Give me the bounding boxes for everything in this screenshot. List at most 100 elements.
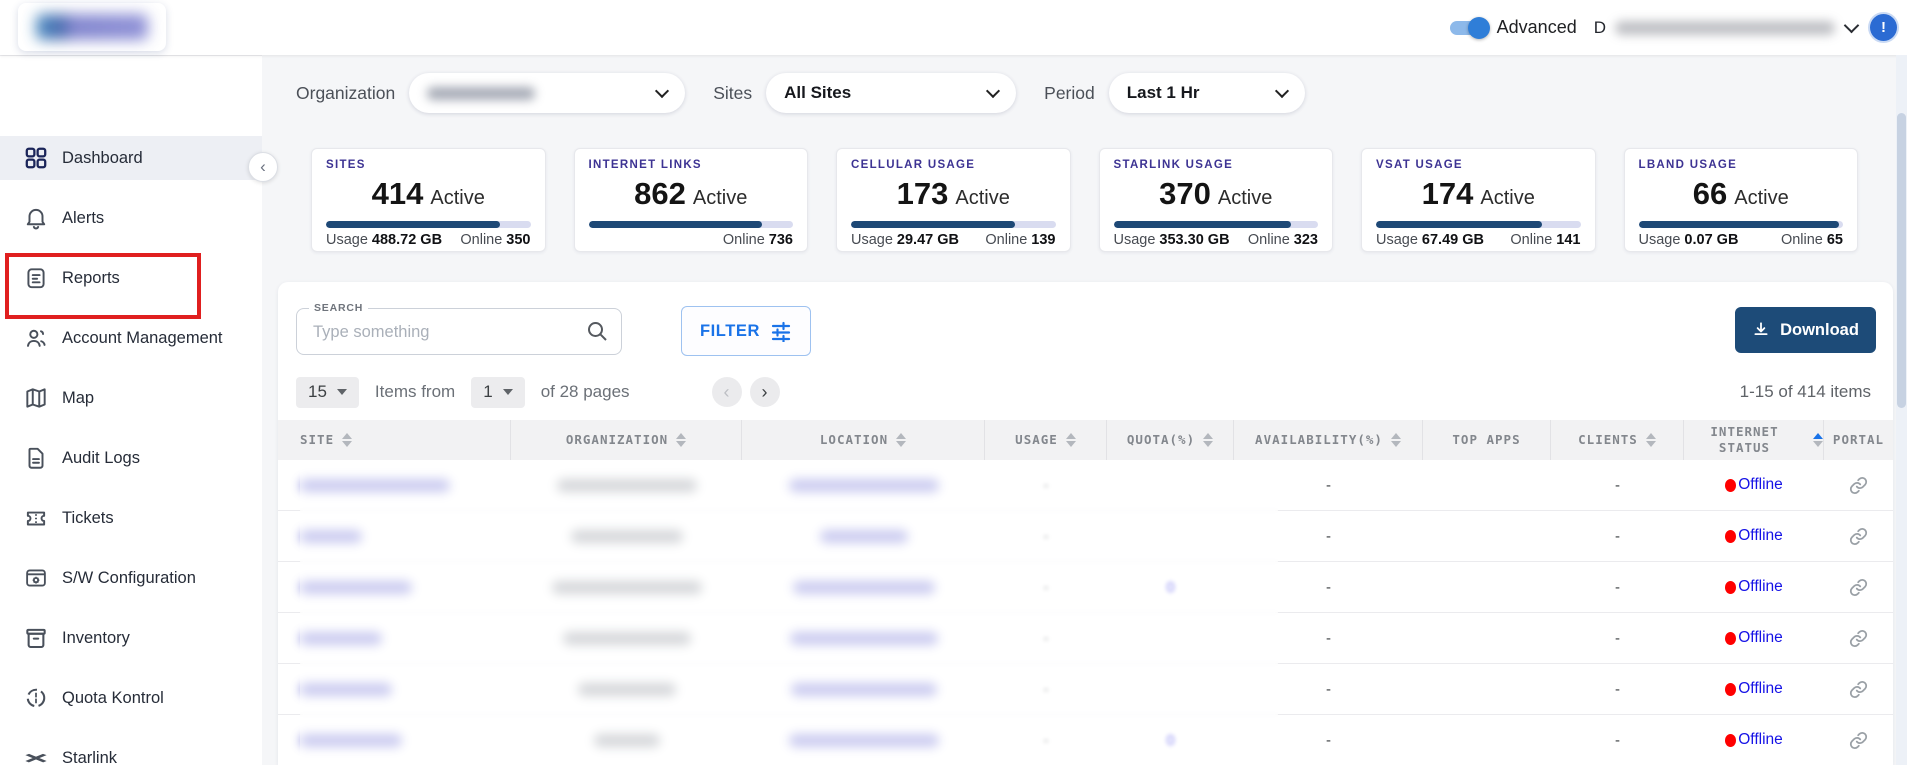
link-icon[interactable] <box>1848 526 1869 547</box>
advanced-label: Advanced <box>1497 17 1577 38</box>
chevron-down-icon[interactable] <box>1844 18 1860 34</box>
cell-site[interactable] <box>278 664 511 714</box>
cell-availability: - <box>1234 613 1423 663</box>
link-icon[interactable] <box>1848 628 1869 649</box>
status-link[interactable]: Offline <box>1738 731 1783 749</box>
cell-portal[interactable] <box>1824 613 1893 663</box>
sort-arrows-icon[interactable] <box>1813 433 1823 447</box>
cell-site[interactable] <box>278 613 511 663</box>
stat-card-usage: Usage488.72 GB <box>326 232 442 248</box>
column-header-site[interactable]: SITE <box>278 420 511 460</box>
dropdown-arrow-icon <box>503 389 513 395</box>
stat-card-progress-bar <box>1376 221 1581 228</box>
link-icon[interactable] <box>1848 679 1869 700</box>
cell-location[interactable] <box>742 715 985 765</box>
prev-page-button[interactable]: ‹ <box>712 377 742 407</box>
sites-select[interactable]: All Sites <box>766 73 1016 113</box>
sidebar-item-reports[interactable]: Reports <box>0 256 262 300</box>
stat-card-progress-bar <box>1114 221 1319 228</box>
column-header-usage[interactable]: USAGE <box>985 420 1107 460</box>
sort-arrows-icon[interactable] <box>676 433 686 447</box>
sidebar-item-tickets[interactable]: Tickets <box>0 496 262 540</box>
link-icon[interactable] <box>1848 577 1869 598</box>
stat-card-sites: SITES414ActiveUsage488.72 GBOnline350 <box>311 148 546 252</box>
cell-location[interactable] <box>742 664 985 714</box>
download-button[interactable]: Download <box>1735 307 1876 353</box>
cell-quota[interactable]: 0 <box>1107 562 1234 612</box>
column-header-organization[interactable]: ORGANIZATION <box>511 420 742 460</box>
cell-portal[interactable] <box>1824 664 1893 714</box>
column-header-availability-[interactable]: AVAILABILITY(%) <box>1234 420 1423 460</box>
sidebar-item-inventory[interactable]: Inventory <box>0 616 262 660</box>
link-icon[interactable] <box>1848 730 1869 751</box>
status-link[interactable]: Offline <box>1738 527 1783 545</box>
column-header-clients[interactable]: CLIENTS <box>1551 420 1684 460</box>
sort-arrows-icon[interactable] <box>342 433 352 447</box>
next-page-button[interactable]: › <box>750 377 780 407</box>
cell-portal[interactable] <box>1824 511 1893 561</box>
status-link[interactable]: Offline <box>1738 629 1783 647</box>
sidebar-item-audit-logs[interactable]: Audit Logs <box>0 436 262 480</box>
sidebar-item-alerts[interactable]: Alerts <box>0 196 262 240</box>
vertical-scrollbar[interactable] <box>1896 55 1907 765</box>
sidebar-item-starlink[interactable]: Starlink <box>0 736 262 765</box>
sort-arrows-icon[interactable] <box>1066 433 1076 447</box>
column-header-label: QUOTA(%) <box>1127 432 1195 448</box>
items-range-label: 1-15 of 414 items <box>1740 382 1871 402</box>
cell-top-apps <box>1423 511 1551 561</box>
cell-quota[interactable]: 0 <box>1107 715 1234 765</box>
column-header-location[interactable]: LOCATION <box>742 420 985 460</box>
filter-button[interactable]: FILTER <box>681 306 811 356</box>
cell-site[interactable] <box>278 715 511 765</box>
alert-badge-icon[interactable]: ! <box>1870 14 1897 41</box>
app-logo[interactable] <box>18 3 166 51</box>
sidebar-item-quota-kontrol[interactable]: Quota Kontrol <box>0 676 262 720</box>
sidebar-item-s-w-configuration[interactable]: S/W Configuration <box>0 556 262 600</box>
table-body: ---Offline---Offline-0--Offline---Offlin… <box>278 460 1893 765</box>
offline-dot-icon <box>1725 683 1736 696</box>
sidebar-item-label: Tickets <box>62 509 114 528</box>
column-header-quota-[interactable]: QUOTA(%) <box>1107 420 1234 460</box>
sort-arrows-icon[interactable] <box>896 433 906 447</box>
sort-arrows-icon[interactable] <box>1203 433 1213 447</box>
column-header-internet-status[interactable]: INTERNET STATUS <box>1684 420 1824 460</box>
cell-site[interactable] <box>278 511 511 561</box>
site-link-redacted <box>300 479 450 492</box>
cell-location[interactable] <box>742 511 985 561</box>
cell-portal[interactable] <box>1824 715 1893 765</box>
status-link[interactable]: Offline <box>1738 476 1783 494</box>
search-input[interactable] <box>311 309 565 356</box>
cell-location[interactable] <box>742 460 985 510</box>
cell-portal[interactable] <box>1824 460 1893 510</box>
advanced-toggle[interactable] <box>1450 21 1486 35</box>
cell-site[interactable] <box>278 460 511 510</box>
page-size-select[interactable]: 15 <box>296 377 359 408</box>
sidebar-collapse-button[interactable]: ‹ <box>248 152 278 182</box>
cell-usage: - <box>985 511 1107 561</box>
page-select[interactable]: 1 <box>471 377 524 408</box>
column-header-label: AVAILABILITY(%) <box>1255 432 1383 448</box>
sidebar-item-account-management[interactable]: Account Management <box>0 316 262 360</box>
cell-portal[interactable] <box>1824 562 1893 612</box>
sort-arrows-icon[interactable] <box>1391 433 1401 447</box>
sidebar-item-label: Dashboard <box>62 149 143 168</box>
status-link[interactable]: Offline <box>1738 680 1783 698</box>
bell-icon <box>23 205 49 231</box>
global-filter-row: Organization Sites All Sites Period Last… <box>296 72 1305 114</box>
search-icon[interactable] <box>585 319 609 343</box>
cell-location[interactable] <box>742 613 985 663</box>
cell-site[interactable] <box>278 562 511 612</box>
period-select[interactable]: Last 1 Hr <box>1109 73 1305 113</box>
organization-select[interactable] <box>409 73 685 113</box>
chevron-down-icon <box>1275 84 1289 98</box>
location-link-redacted <box>789 734 939 747</box>
sidebar-item-dashboard[interactable]: Dashboard <box>0 136 262 180</box>
status-link[interactable]: Offline <box>1738 578 1783 596</box>
sidebar-item-map[interactable]: Map <box>0 376 262 420</box>
sort-arrows-icon[interactable] <box>1646 433 1656 447</box>
stat-card-usage: Usage67.49 GB <box>1376 232 1484 248</box>
scrollbar-thumb[interactable] <box>1897 113 1906 408</box>
link-icon[interactable] <box>1848 475 1869 496</box>
cell-usage: - <box>985 562 1107 612</box>
cell-location[interactable] <box>742 562 985 612</box>
